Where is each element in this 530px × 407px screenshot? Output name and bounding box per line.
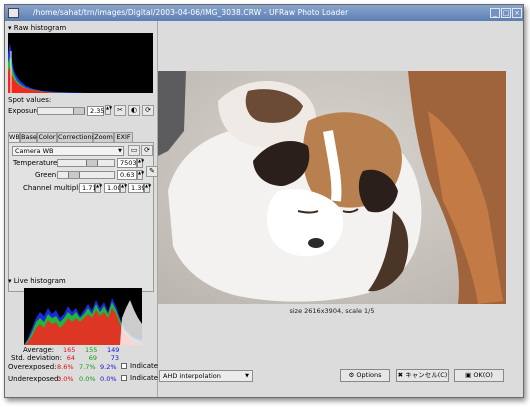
green-slider-thumb[interactable]: [68, 172, 80, 178]
raw-histogram-plot: [8, 43, 88, 93]
tab-base[interactable]: Base: [20, 132, 37, 142]
dropdown-arrow-icon: ▼: [118, 148, 122, 154]
average-red: 165: [63, 346, 76, 354]
eyedropper-icon: ✎: [149, 167, 155, 175]
green-value: 0.63: [120, 171, 135, 179]
indicate-overexposed-checkbox[interactable]: [121, 363, 127, 369]
wb-preset-value: Camera WB: [15, 147, 54, 155]
wb-preset-combo[interactable]: Camera WB ▼: [12, 146, 124, 156]
indicate-overexposed-label[interactable]: Indicate: [130, 362, 158, 370]
tab-exif[interactable]: EXIF: [114, 132, 133, 142]
spot-wb-button[interactable]: ✎: [146, 166, 158, 177]
average-label: Average:: [23, 346, 55, 354]
spin-arrows-icon[interactable]: ▲▼: [137, 170, 144, 180]
options-button[interactable]: ⚙ Options: [340, 369, 390, 382]
interpolation-combo[interactable]: AHD interpolation ▼: [159, 370, 253, 382]
spin-arrows-icon[interactable]: ▲▼: [137, 158, 144, 168]
scissors-icon: ✂: [117, 106, 123, 114]
indicate-underexposed-checkbox[interactable]: [121, 375, 127, 381]
channel-r-spinbox[interactable]: 1.71 ▲▼: [79, 183, 102, 193]
refresh-icon: ⟳: [145, 106, 151, 114]
green-slider[interactable]: [57, 171, 115, 179]
left-panel: ▾ Raw histogram Spot values: Exposure 2.…: [5, 21, 158, 397]
std-blue: 73: [110, 354, 119, 362]
exposure-slider[interactable]: [37, 107, 85, 115]
live-histogram: [24, 288, 142, 345]
temperature-value: 7503: [120, 159, 137, 167]
live-histogram-header: Live histogram: [13, 277, 66, 285]
std-deviation-label: Std. deviation:: [11, 354, 62, 362]
window-title: /home/sahat/trn/images/Digital/2003-04-0…: [33, 8, 349, 17]
underexposed-red: 0.0%: [57, 375, 74, 383]
temperature-slider-thumb[interactable]: [86, 160, 98, 166]
temperature-spinbox[interactable]: 7503 ▲▼: [117, 158, 144, 168]
preview-image[interactable]: [158, 71, 506, 304]
channel-b-spinbox[interactable]: 1.39 ▲▼: [128, 183, 151, 193]
overexposed-green: 7.7%: [79, 363, 96, 371]
channel-g-spinbox[interactable]: 1.00 ▲▼: [104, 183, 127, 193]
minimize-button[interactable]: _: [490, 8, 500, 18]
spot-values-label: Spot values:: [8, 96, 52, 104]
dropdown-arrow-icon: ▼: [245, 373, 249, 379]
raw-histogram-header: Raw histogram: [13, 24, 67, 32]
temperature-slider[interactable]: [57, 159, 115, 167]
auto-exposure-button[interactable]: ✂: [114, 105, 126, 116]
reset-exposure-button[interactable]: ⟳: [142, 105, 154, 116]
ok-label: OK(O): [473, 371, 493, 379]
underexposed-label: Underexposed:: [8, 375, 61, 383]
spin-arrows-icon[interactable]: ▲▼: [95, 183, 102, 193]
wb-reset-button[interactable]: ⟳: [141, 145, 153, 156]
camera-icon: ◐: [130, 106, 138, 114]
document-icon: ▭: [130, 146, 138, 154]
cancel-button[interactable]: ✖ キャンセル(C): [396, 369, 449, 382]
underexposed-blue: 0.0%: [100, 375, 117, 383]
refresh-icon: ⟳: [144, 146, 150, 154]
tab-zoom[interactable]: Zoom: [93, 132, 114, 142]
tab-wb[interactable]: WB: [8, 132, 20, 142]
green-label: Green: [35, 171, 57, 179]
temperature-label: Temperature: [13, 159, 58, 167]
exposure-slider-thumb[interactable]: [73, 108, 85, 114]
average-blue: 149: [107, 346, 120, 354]
green-spinbox[interactable]: 0.63 ▲▼: [117, 170, 144, 180]
std-red: 64: [66, 354, 75, 362]
average-green: 155: [85, 346, 98, 354]
app-icon[interactable]: [8, 8, 19, 18]
dog-photo: [158, 71, 506, 304]
maximize-button[interactable]: □: [501, 8, 511, 18]
tab-corrections[interactable]: Corrections: [57, 132, 95, 142]
preview-area: size 2616x3904, scale 1/5 AHD interpolat…: [158, 21, 523, 397]
live-histogram-expander[interactable]: ▾ Live histogram: [8, 277, 66, 285]
cancel-label: キャンセル(C): [405, 371, 448, 379]
live-histogram-plot: [24, 298, 142, 345]
spin-arrows-icon[interactable]: ▲▼: [120, 183, 127, 193]
underexposed-green: 0.0%: [79, 375, 96, 383]
overexposed-red: 8.6%: [57, 363, 74, 371]
settings-tabs: WB Base Color Corrections Zoom EXIF: [8, 132, 154, 142]
ok-button[interactable]: ▣ OK(O): [454, 369, 504, 382]
image-caption: size 2616x3904, scale 1/5: [289, 307, 375, 315]
raw-histogram: [8, 33, 153, 93]
exposure-spinbox[interactable]: 2.35: [87, 106, 104, 116]
wb-tab-panel: Camera WB ▼ ▭ ⟳ Temperature 7503 ▲▼ Green…: [8, 142, 158, 292]
overexposed-label: Overexposed:: [8, 363, 57, 371]
indicate-underexposed-label[interactable]: Indicate: [130, 374, 158, 382]
tab-color[interactable]: Color: [37, 132, 57, 142]
overexposed-blue: 9.2%: [100, 363, 117, 371]
interpolation-value: AHD interpolation: [163, 372, 221, 380]
raw-histogram-expander[interactable]: ▾ Raw histogram: [8, 24, 66, 32]
options-label: Options: [356, 371, 382, 379]
exposure-label: Exposure: [8, 107, 41, 115]
ufraw-window: /home/sahat/trn/images/Digital/2003-04-0…: [4, 4, 524, 398]
std-green: 69: [88, 354, 97, 362]
restore-exposure-button[interactable]: ◐: [128, 105, 140, 116]
close-button[interactable]: ×: [512, 8, 522, 18]
spin-arrows-icon[interactable]: ▲▼: [144, 183, 151, 193]
title-bar[interactable]: /home/sahat/trn/images/Digital/2003-04-0…: [5, 5, 523, 21]
spin-arrows-icon[interactable]: ▲▼: [105, 105, 112, 115]
wb-apply-button[interactable]: ▭: [128, 145, 140, 156]
